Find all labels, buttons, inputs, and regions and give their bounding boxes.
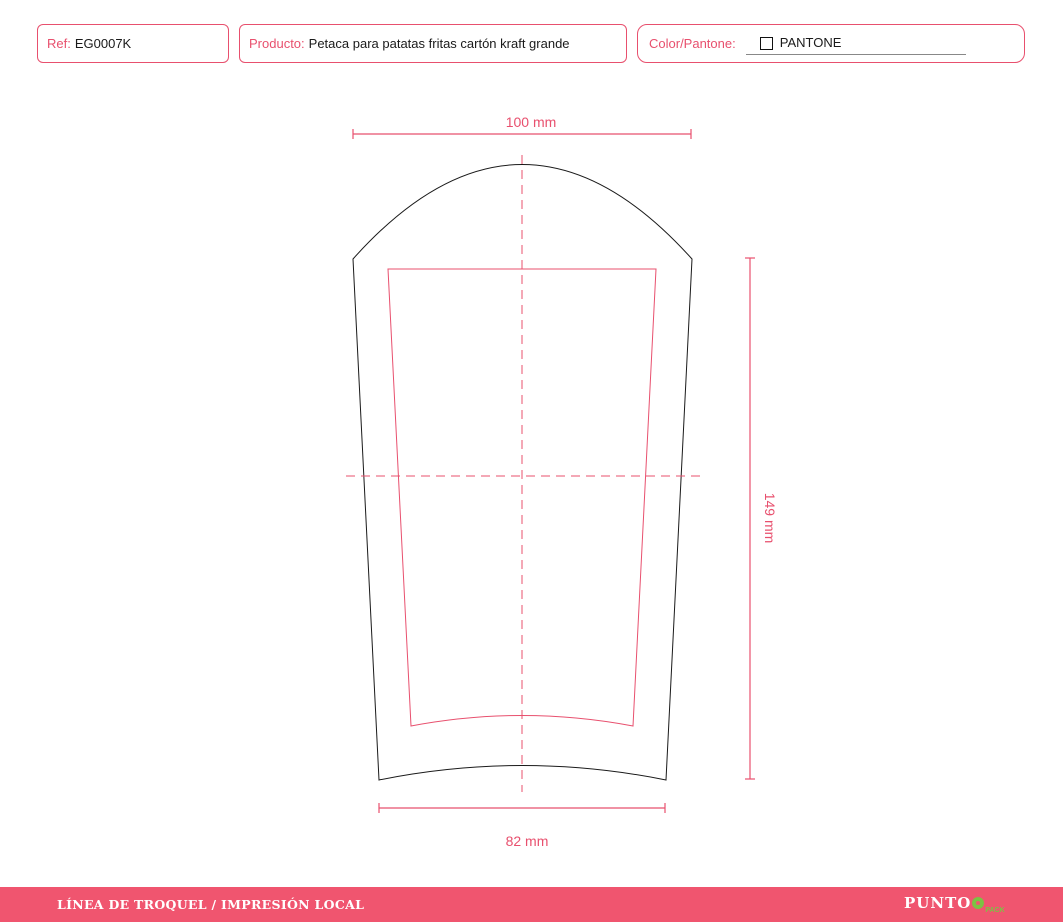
bottom-width-label: 82 mm [506, 833, 549, 849]
height-dimension [745, 257, 755, 780]
die-line-drawing: 100 mm 149 mm 82 mm [346, 114, 778, 849]
brand-logo: PUNTO PACK [904, 894, 1005, 916]
top-width-dimension [352, 129, 692, 139]
footer-bar: LÍNEA DE TROQUEL / IMPRESIÓN LOCAL PUNTO… [0, 887, 1063, 922]
footer-title: LÍNEA DE TROQUEL / IMPRESIÓN LOCAL [57, 897, 365, 912]
height-label: 149 mm [762, 493, 778, 544]
logo-mark-icon [972, 897, 985, 909]
logo-sub: PACK [985, 907, 1005, 914]
logo-word: PUNTO [904, 894, 972, 912]
top-width-label: 100 mm [506, 114, 557, 130]
bottom-width-dimension [378, 803, 666, 813]
